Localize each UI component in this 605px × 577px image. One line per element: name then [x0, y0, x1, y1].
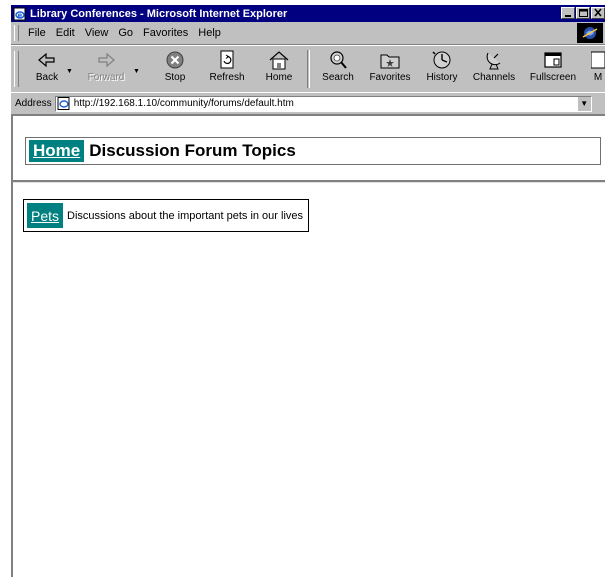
stop-icon	[166, 51, 184, 69]
home-link[interactable]: Home	[29, 140, 85, 162]
back-arrow-icon	[38, 52, 55, 68]
mail-button[interactable]: M	[591, 49, 605, 89]
address-label: Address	[15, 98, 52, 109]
ie-throbber-logo	[577, 23, 603, 43]
horizontal-rule	[13, 180, 605, 183]
fullscreen-icon	[544, 52, 562, 68]
toolbar-separator	[307, 50, 310, 88]
topic-link-pets[interactable]: Pets	[27, 203, 64, 228]
forward-arrow-icon	[98, 52, 115, 68]
back-label: Back	[35, 72, 59, 83]
favorites-folder-icon	[380, 54, 400, 69]
stop-button[interactable]: Stop	[155, 49, 195, 89]
menu-favorites[interactable]: Favorites	[138, 27, 193, 39]
address-input[interactable]: http://192.168.1.10/community/forums/def…	[54, 95, 592, 112]
menu-bar: File Edit View Go Favorites Help	[11, 22, 605, 45]
close-icon	[594, 8, 602, 17]
forward-label: Forward	[87, 72, 125, 83]
history-icon	[432, 51, 451, 69]
back-dropdown-icon[interactable]: ▼	[66, 68, 73, 75]
toolbar-grip[interactable]	[14, 51, 19, 87]
window-title: Library Conferences - Microsoft Internet…	[30, 7, 288, 20]
close-button[interactable]	[591, 7, 605, 19]
forward-button[interactable]: Forward	[83, 49, 129, 89]
svg-text:e: e	[18, 11, 23, 19]
back-button[interactable]: Back	[29, 49, 65, 89]
menu-go[interactable]: Go	[113, 27, 138, 39]
history-label: History	[426, 72, 458, 83]
standard-toolbar: Back ▼ Forward ▼ Stop Refresh Home Searc…	[11, 45, 605, 93]
page-header: Home Discussion Forum Topics	[25, 137, 601, 165]
home-button[interactable]: Home	[261, 49, 297, 89]
favorites-button[interactable]: Favorites	[365, 49, 415, 89]
history-button[interactable]: History	[421, 49, 463, 89]
favorites-label: Favorites	[369, 72, 411, 83]
address-dropdown-button[interactable]: ▼	[576, 96, 591, 111]
chevron-down-icon: ▼	[580, 99, 589, 108]
address-url: http://192.168.1.10/community/forums/def…	[73, 98, 294, 109]
page-viewport: Home Discussion Forum Topics Pets Discus…	[11, 114, 605, 577]
channels-label: Channels	[472, 72, 516, 83]
minimize-button[interactable]	[561, 7, 575, 19]
menu-file[interactable]: File	[23, 27, 51, 39]
channels-satellite-icon	[486, 52, 501, 70]
menu-edit[interactable]: Edit	[51, 27, 80, 39]
search-label: Search	[322, 72, 354, 83]
ie-page-icon: e	[13, 7, 27, 21]
page-title: Discussion Forum Topics	[89, 141, 296, 160]
topic-description: Discussions about the important pets in …	[67, 209, 304, 222]
minimize-icon	[565, 15, 571, 17]
refresh-label: Refresh	[209, 72, 245, 83]
maximize-button[interactable]	[576, 7, 590, 19]
ie-page-icon	[57, 97, 70, 110]
forward-dropdown-icon[interactable]: ▼	[133, 68, 140, 75]
browser-window: e Library Conferences - Microsoft Intern…	[11, 5, 605, 577]
stop-label: Stop	[164, 72, 186, 83]
mail-icon	[591, 51, 605, 69]
fullscreen-button[interactable]: Fullscreen	[525, 49, 581, 89]
menu-help[interactable]: Help	[193, 27, 226, 39]
menubar-grip[interactable]	[14, 25, 19, 41]
fullscreen-label: Fullscreen	[529, 72, 577, 83]
topic-row: Pets Discussions about the important pet…	[23, 199, 310, 232]
search-button[interactable]: Search	[317, 49, 359, 89]
home-label: Home	[265, 72, 293, 83]
maximize-icon	[579, 9, 588, 17]
home-icon	[269, 51, 289, 70]
channels-button[interactable]: Channels	[469, 49, 519, 89]
title-bar[interactable]: e Library Conferences - Microsoft Intern…	[11, 5, 605, 22]
refresh-icon	[220, 50, 234, 69]
address-bar: Address http://192.168.1.10/community/fo…	[11, 92, 605, 115]
refresh-button[interactable]: Refresh	[205, 49, 249, 89]
menu-view[interactable]: View	[80, 27, 114, 39]
search-icon	[330, 51, 347, 69]
mail-label: M	[593, 72, 603, 83]
